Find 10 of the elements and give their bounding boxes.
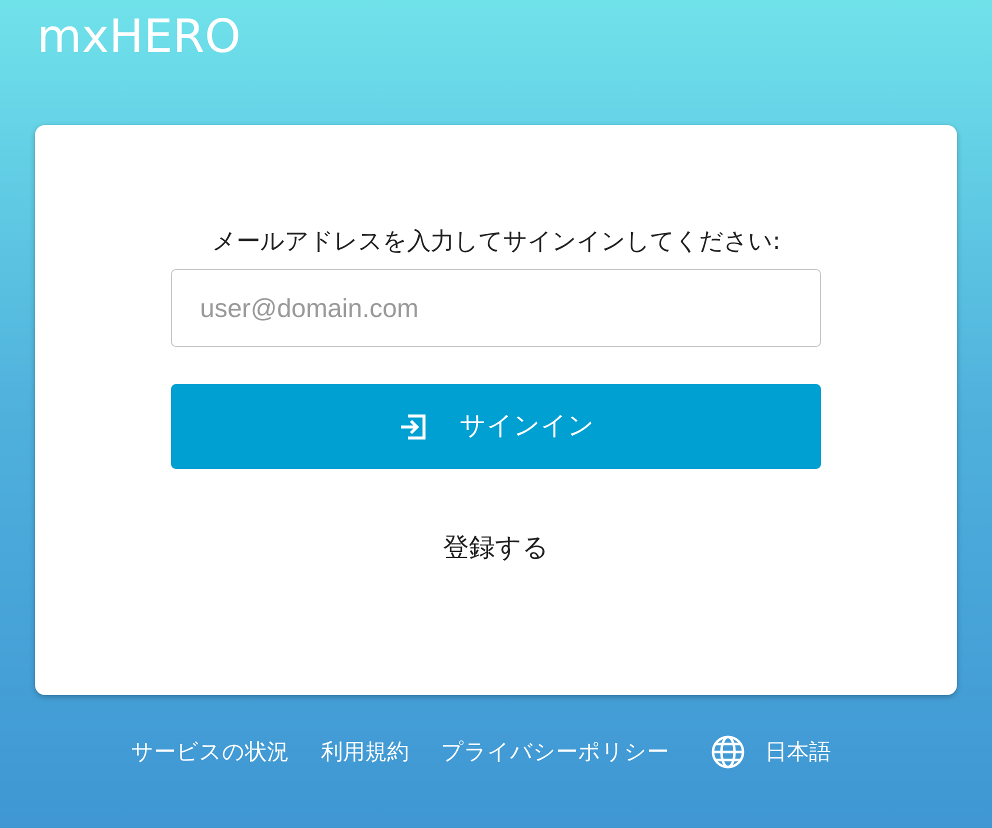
- email-field[interactable]: user@domain.com: [171, 269, 821, 347]
- logo: mxHERO: [37, 10, 241, 62]
- sign-in-button[interactable]: サインイン: [171, 384, 821, 469]
- footer-link[interactable]: プライバシーポリシー: [441, 736, 669, 768]
- register-link[interactable]: 登録する: [443, 529, 549, 568]
- footer-link[interactable]: サービスの状況: [131, 736, 289, 768]
- sign-in-prompt: メールアドレスを入力してサインインしてください:: [210, 226, 782, 257]
- footer-link[interactable]: 利用規約: [321, 736, 409, 768]
- globe-icon: [711, 735, 745, 769]
- language-selector[interactable]: 日本語: [711, 735, 831, 769]
